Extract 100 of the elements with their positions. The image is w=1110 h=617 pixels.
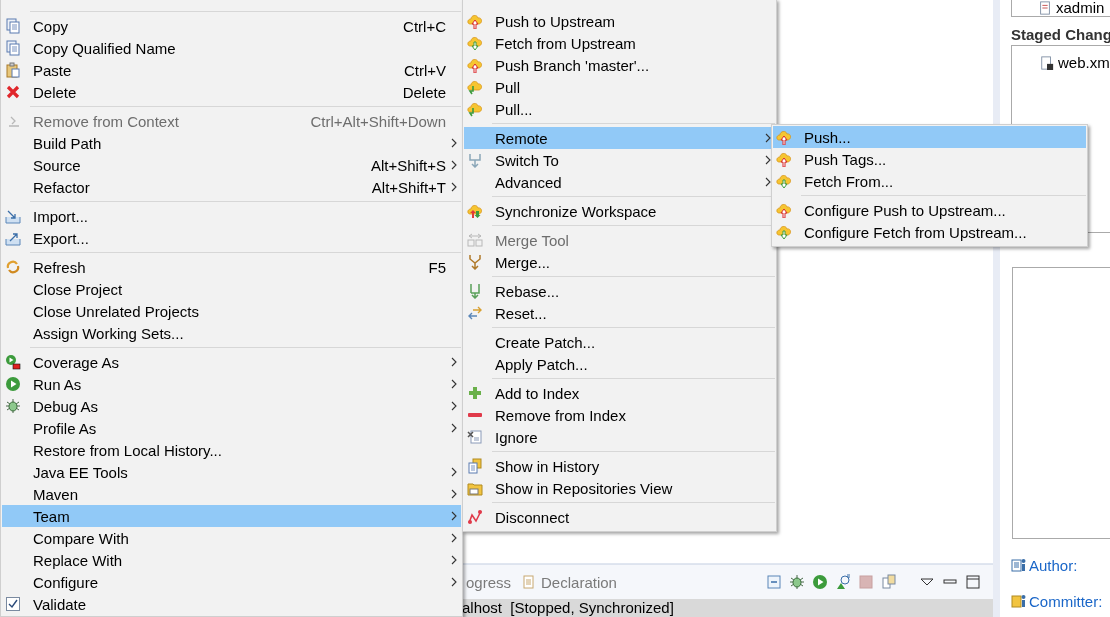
bug-icon	[789, 574, 805, 590]
menu-item[interactable]: Pull	[464, 76, 775, 98]
menu-item[interactable]: Configure Fetch from Upstream...	[773, 221, 1086, 243]
menu-item[interactable]: Copy Qualified Name	[2, 37, 461, 59]
menu-item[interactable]: Refresh F5	[2, 256, 461, 278]
ignore-icon	[467, 429, 483, 445]
menu-item[interactable]: Fetch from Upstream	[464, 32, 775, 54]
menu-item[interactable]: Reset...	[464, 302, 775, 324]
menu-item[interactable]: Team	[2, 505, 461, 527]
coverage-icon	[5, 354, 21, 370]
menu-item[interactable]: Synchronize Workspace	[464, 200, 775, 222]
menu-item[interactable]: Run As	[2, 373, 461, 395]
menu-item[interactable]: Paste Ctrl+V	[2, 59, 461, 81]
menu-item[interactable]: Validate	[2, 593, 461, 615]
shortcut-label: Ctrl+Alt+Shift+Down	[310, 112, 446, 130]
cloud-upload-icon	[467, 13, 483, 29]
history-icon	[467, 458, 483, 474]
shortcut-label: Alt+Shift+T	[371, 178, 446, 196]
plus-icon	[467, 385, 483, 401]
menu-item[interactable]: Compare With	[2, 527, 461, 549]
switch-icon	[467, 152, 483, 168]
commit-message-field[interactable]	[1012, 267, 1110, 539]
file-name[interactable]: web.xm	[1058, 52, 1110, 74]
menu-item[interactable]: Advanced	[464, 171, 775, 193]
menu-item[interactable]: Fetch From...	[773, 170, 1086, 192]
menu-item[interactable]: Show in Repositories View	[464, 477, 775, 499]
menu-item[interactable]: Debug As	[2, 395, 461, 417]
menu-item[interactable]: Push Branch 'master'...	[464, 54, 775, 76]
menu-item[interactable]: Remove from Index	[464, 404, 775, 426]
copy-icon	[5, 18, 21, 34]
publish-icon	[881, 574, 897, 590]
menu-item[interactable]: Rebase...	[464, 280, 775, 302]
menu-item[interactable]: Ignore	[464, 426, 775, 448]
menu-item[interactable]: Export...	[2, 227, 461, 249]
menu-item[interactable]: Show in History	[464, 455, 775, 477]
menu-item[interactable]: Close Project	[2, 278, 461, 300]
menu-item[interactable]: Build Path	[2, 132, 461, 154]
menu-item[interactable]: Switch To	[464, 149, 775, 171]
shortcut-label: Ctrl+C	[403, 17, 446, 35]
menu-item[interactable]: Merge...	[464, 251, 775, 273]
shortcut-label: Delete	[402, 83, 446, 101]
section-title: Staged Chang	[1011, 25, 1110, 45]
xml-file-icon	[1040, 56, 1054, 70]
cloud-upload-icon	[776, 151, 792, 167]
menu-item[interactable]: Apply Patch...	[464, 353, 775, 375]
shortcut-label: Alt+Shift+S	[370, 156, 446, 174]
delete-icon	[5, 84, 21, 100]
cloud-upload-icon	[467, 57, 483, 73]
menu-item[interactable]: Refactor Alt+Shift+T	[2, 176, 461, 198]
menu-item[interactable]: Copy Ctrl+C	[2, 15, 461, 37]
menu-item[interactable]: Replace With	[2, 549, 461, 571]
refresh-icon	[5, 259, 21, 275]
menu-item[interactable]: Maven	[2, 483, 461, 505]
author-label[interactable]: Author:	[1029, 556, 1078, 574]
clipboard-icon	[5, 62, 21, 78]
menu-item[interactable]: Delete Delete	[2, 81, 461, 103]
menu-item[interactable]: Source Alt+Shift+S	[2, 154, 461, 176]
menu-item[interactable]: Restore from Local History...	[2, 439, 461, 461]
disconnect-icon	[467, 509, 483, 525]
menu-item[interactable]: Assign Working Sets...	[2, 322, 461, 344]
menu-item[interactable]: Create Patch...	[464, 331, 775, 353]
cloud-upload-icon	[776, 129, 792, 145]
import-icon	[5, 208, 21, 224]
menu-item[interactable]: Profile As	[2, 417, 461, 439]
checkbox[interactable]	[5, 596, 21, 612]
menu-item[interactable]: Disconnect	[464, 506, 775, 528]
menu-item[interactable]: Push...	[773, 126, 1086, 148]
view-tab[interactable]: ogress	[466, 573, 512, 591]
committer-label[interactable]: Committer:	[1029, 592, 1103, 610]
bug-icon	[5, 398, 21, 414]
reset-icon	[467, 305, 483, 321]
menu-item[interactable]: Configure	[2, 571, 461, 593]
copy-icon	[5, 40, 21, 56]
cloud-download-icon	[467, 35, 483, 51]
menu-item[interactable]: Java EE Tools	[2, 461, 461, 483]
collapse-icon	[766, 574, 782, 590]
committer-icon	[1011, 593, 1027, 609]
merge-tool-icon	[467, 232, 483, 248]
view-tab[interactable]: Declaration	[541, 573, 617, 591]
menu-item[interactable]: Add to Index	[464, 382, 775, 404]
menu-item[interactable]: Close Unrelated Projects	[2, 300, 461, 322]
server-row[interactable]: alhost [Stopped, Synchronized]	[462, 599, 993, 617]
export-icon	[5, 230, 21, 246]
menu-item[interactable]: Configure Push to Upstream...	[773, 199, 1086, 221]
shortcut-label: F5	[428, 258, 446, 276]
menu-item[interactable]: Pull...	[464, 98, 775, 120]
run-icon	[5, 376, 21, 392]
author-icon	[1011, 557, 1027, 573]
cloud-sync-icon	[467, 203, 483, 219]
menu-item[interactable]: Push to Upstream	[464, 10, 775, 32]
cloud-pull-icon	[467, 101, 483, 117]
menu-item[interactable]: Push Tags...	[773, 148, 1086, 170]
shortcut-label: Ctrl+V	[403, 61, 446, 79]
merge-icon	[467, 254, 483, 270]
file-name[interactable]: xadmin	[1056, 0, 1105, 16]
menu-item[interactable]: Import...	[2, 205, 461, 227]
cloud-upload-icon	[776, 202, 792, 218]
run-icon	[812, 574, 828, 590]
menu-item[interactable]: Coverage As	[2, 351, 461, 373]
cloud-pull-icon	[467, 79, 483, 95]
